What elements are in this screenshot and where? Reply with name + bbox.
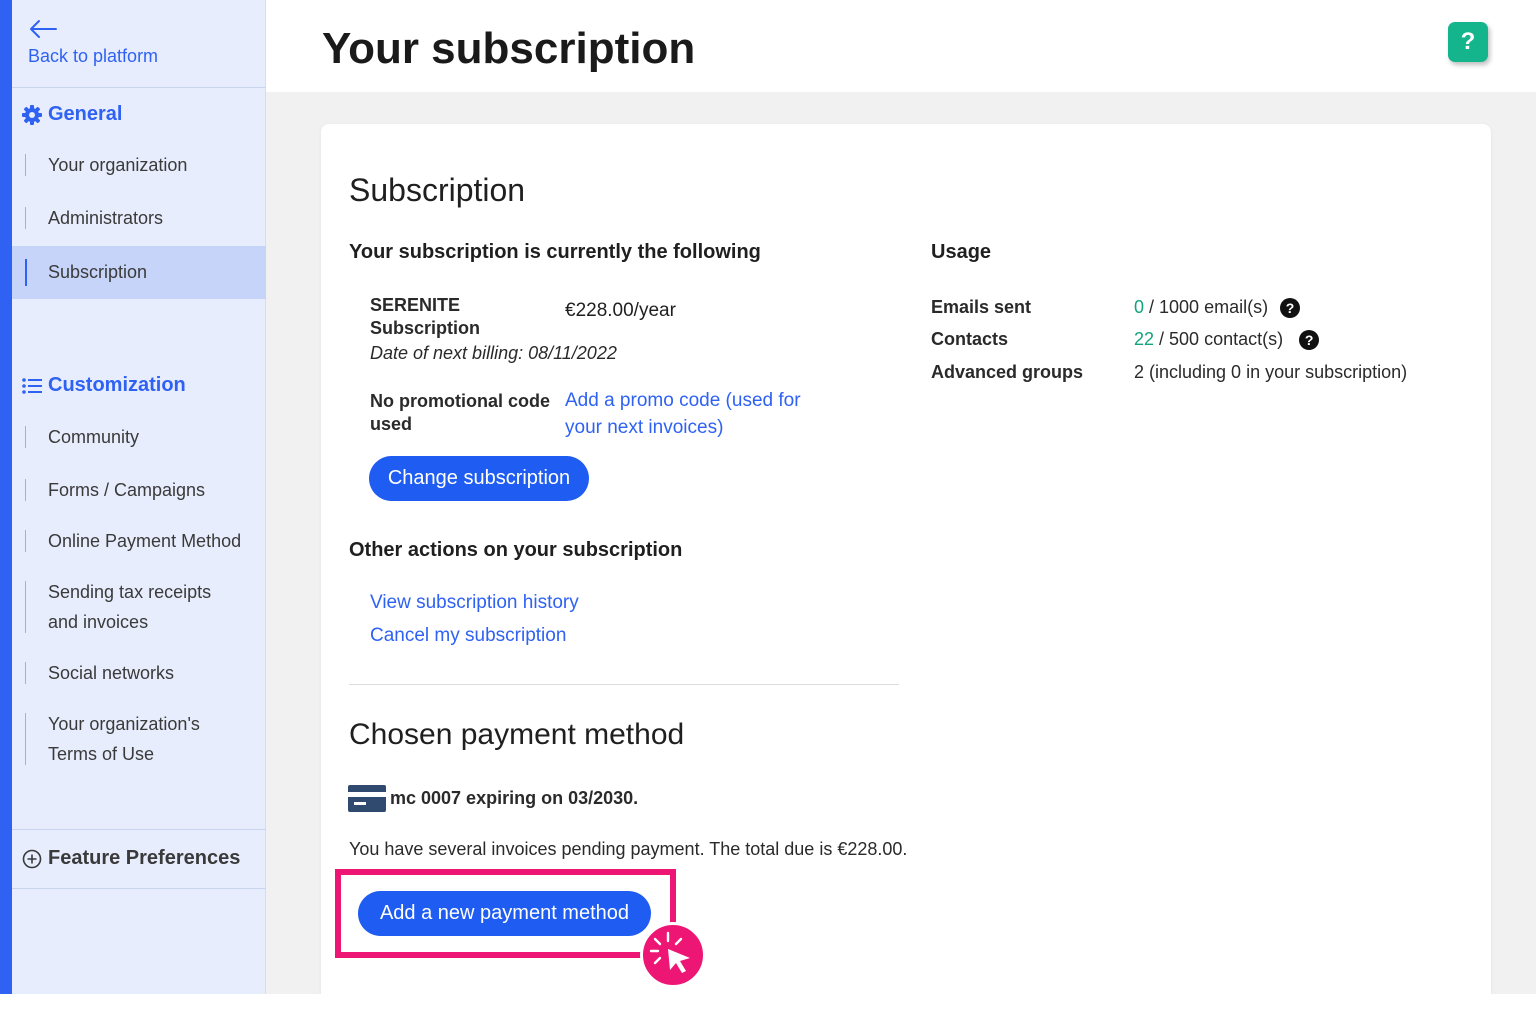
sidebar-item-terms-of-use[interactable]: Your organization's Terms of Use — [12, 709, 266, 769]
plan-name-line1: SERENITE — [370, 295, 461, 315]
tax-receipts-line2: and invoices — [48, 612, 149, 632]
section-customization[interactable]: Customization — [22, 374, 186, 397]
sidebar: Back to platform General Your organizati… — [12, 0, 266, 994]
sidebar-item-administrators[interactable]: Administrators — [12, 203, 266, 233]
arrow-left-icon — [30, 20, 57, 38]
cancel-subscription-link[interactable]: Cancel my subscription — [370, 622, 566, 649]
plus-circle-icon — [22, 849, 42, 868]
bottom-strip — [0, 994, 1536, 1024]
section-divider — [349, 684, 899, 685]
promo-code-status: No promotional code used — [370, 390, 550, 436]
sidebar-item-social-networks[interactable]: Social networks — [12, 658, 266, 688]
advanced-groups-label: Advanced groups — [931, 362, 1084, 382]
add-promo-code-link[interactable]: Add a promo code (used for your next inv… — [565, 387, 801, 441]
subscription-heading: Subscription — [349, 172, 526, 208]
change-subscription-button[interactable]: Change subscription — [369, 456, 589, 501]
emails-sent-value: 0 / 1000 email(s) ? — [1134, 297, 1301, 318]
section-general[interactable]: General — [22, 103, 122, 126]
section-feature-preferences-label: Feature Preferences — [48, 847, 241, 869]
contacts-label: Contacts — [931, 329, 1009, 349]
sidebar-item-tax-receipts[interactable]: Sending tax receipts and invoices — [12, 577, 266, 637]
terms-line2: Terms of Use — [48, 744, 155, 764]
terms-line1: Your organization's — [48, 714, 200, 734]
credit-card-icon — [348, 785, 386, 812]
payment-card-details: mc 0007 expiring on 03/2030. — [390, 788, 639, 808]
page-header: Your subscription ? — [266, 0, 1536, 92]
sidebar-item-online-payment-method[interactable]: Online Payment Method — [12, 526, 266, 556]
list-icon — [22, 377, 42, 394]
contacts-used-count: 22 — [1134, 329, 1155, 349]
help-button[interactable]: ? — [1448, 22, 1488, 62]
emails-sent-label: Emails sent — [931, 297, 1032, 317]
sidebar-divider — [12, 829, 266, 830]
current-subscription-heading: Your subscription is currently the follo… — [349, 241, 761, 263]
emails-help-icon[interactable]: ? — [1280, 297, 1301, 318]
section-general-label: General — [48, 103, 123, 125]
contacts-limit: / 500 contact(s) — [1154, 329, 1284, 349]
promo-link-line2: your next invoices) — [565, 417, 724, 438]
promo-link-line1: Add a promo code (used for — [565, 390, 801, 411]
contacts-help-icon[interactable]: ? — [1299, 329, 1320, 350]
sidebar-divider — [12, 87, 266, 88]
sidebar-item-community[interactable]: Community — [12, 422, 266, 452]
advanced-groups-value: 2 (including 0 in your subscription) — [1134, 362, 1408, 382]
tax-receipts-line1: Sending tax receipts — [48, 582, 212, 602]
section-feature-preferences[interactable]: Feature Preferences — [22, 847, 240, 870]
plan-name: SERENITE Subscription — [370, 294, 480, 340]
sidebar-item-forms-campaigns[interactable]: Forms / Campaigns — [12, 475, 266, 505]
pending-invoices-message: You have several invoices pending paymen… — [349, 839, 908, 859]
payment-method-heading: Chosen payment method — [349, 718, 685, 751]
usage-heading: Usage — [931, 241, 992, 263]
sidebar-accent-bar — [0, 0, 12, 994]
back-to-platform-link[interactable]: Back to platform — [28, 18, 158, 67]
sidebar-item-your-organization[interactable]: Your organization — [12, 150, 266, 180]
promo-status-line2: used — [370, 414, 413, 434]
gear-icon — [22, 104, 42, 125]
emails-limit: / 1000 email(s) — [1144, 297, 1269, 317]
view-subscription-history-link[interactable]: View subscription history — [370, 589, 579, 616]
section-customization-label: Customization — [48, 374, 186, 396]
sidebar-item-subscription[interactable]: Subscription — [12, 246, 266, 299]
highlight-frame — [335, 869, 676, 958]
payment-card-row: mc 0007 expiring on 03/2030. — [348, 785, 638, 812]
sidebar-divider — [12, 888, 266, 889]
plan-name-line2: Subscription — [370, 318, 481, 338]
main-content: Subscription Your subscription is curren… — [266, 92, 1536, 1004]
contacts-value: 22 / 500 contact(s) ? — [1134, 329, 1320, 350]
promo-status-line1: No promotional code — [370, 391, 550, 411]
cursor-click-icon — [640, 922, 706, 988]
emails-used-count: 0 — [1134, 297, 1145, 317]
plan-price: €228.00/year — [565, 300, 676, 321]
next-billing-date: Date of next billing: 08/11/2022 — [370, 343, 617, 363]
page-title: Your subscription — [322, 24, 696, 73]
other-actions-heading: Other actions on your subscription — [349, 539, 683, 561]
back-to-platform-label: Back to platform — [28, 46, 159, 66]
